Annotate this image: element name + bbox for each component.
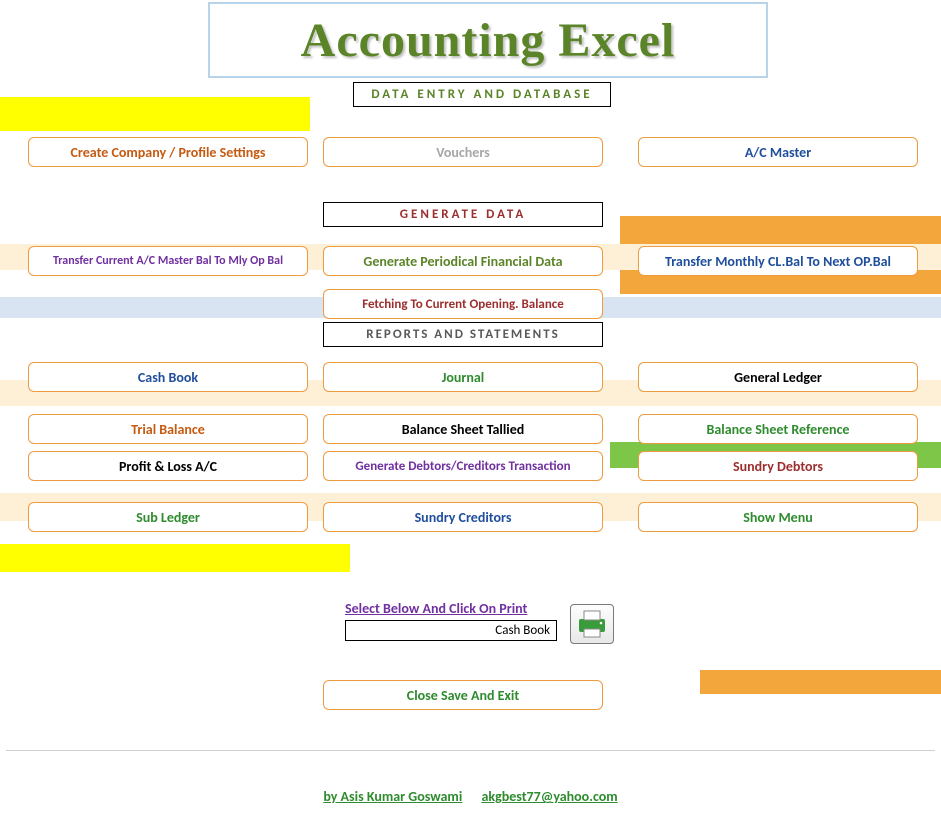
- vouchers-button[interactable]: Vouchers: [323, 137, 603, 167]
- show-menu-button[interactable]: Show Menu: [638, 502, 918, 532]
- section-header-data-entry: DATA ENTRY AND DATABASE: [353, 82, 611, 107]
- sundry-debtors-button[interactable]: Sundry Debtors: [638, 451, 918, 481]
- section-header-generate: GENERATE DATA: [323, 202, 603, 227]
- cash-book-button[interactable]: Cash Book: [28, 362, 308, 392]
- journal-button[interactable]: Journal: [323, 362, 603, 392]
- transfer-mly-op-bal-button[interactable]: Transfer Current A/C Master Bal To Mly O…: [28, 246, 308, 276]
- print-button[interactable]: [570, 604, 614, 644]
- print-instruction-label: Select Below And Click On Print: [345, 600, 527, 617]
- section-header-reports: REPORTS AND STATEMENTS: [323, 322, 603, 347]
- app-title: Accounting Excel: [301, 13, 676, 68]
- sundry-creditors-button[interactable]: Sundry Creditors: [323, 502, 603, 532]
- printer-icon: [575, 609, 609, 639]
- fetch-opening-balance-button[interactable]: Fetching To Current Opening. Balance: [323, 289, 603, 319]
- profit-loss-button[interactable]: Profit & Loss A/C: [28, 451, 308, 481]
- divider: [6, 750, 935, 751]
- bg-stripe: [700, 670, 941, 694]
- debtors-creditors-button[interactable]: Generate Debtors/Creditors Transaction: [323, 451, 603, 481]
- trial-balance-button[interactable]: Trial Balance: [28, 414, 308, 444]
- email-link[interactable]: akgbest77@yahoo.com: [481, 788, 617, 805]
- ac-master-button[interactable]: A/C Master: [638, 137, 918, 167]
- balance-sheet-reference-button[interactable]: Balance Sheet Reference: [638, 414, 918, 444]
- balance-sheet-tallied-button[interactable]: Balance Sheet Tallied: [323, 414, 603, 444]
- bg-stripe: [0, 97, 310, 131]
- generate-periodical-button[interactable]: Generate Periodical Financial Data: [323, 246, 603, 276]
- sub-ledger-button[interactable]: Sub Ledger: [28, 502, 308, 532]
- bg-stripe: [0, 544, 350, 572]
- author-link[interactable]: by Asis Kumar Goswami: [323, 788, 462, 805]
- transfer-monthly-clbal-button[interactable]: Transfer Monthly CL.Bal To Next OP.Bal: [638, 246, 918, 276]
- app-title-box: Accounting Excel: [208, 2, 768, 78]
- create-company-button[interactable]: Create Company / Profile Settings: [28, 137, 308, 167]
- footer: by Asis Kumar Goswami akgbest77@yahoo.co…: [0, 788, 941, 805]
- close-save-exit-button[interactable]: Close Save And Exit: [323, 680, 603, 710]
- general-ledger-button[interactable]: General Ledger: [638, 362, 918, 392]
- print-select-field[interactable]: Cash Book: [345, 620, 557, 641]
